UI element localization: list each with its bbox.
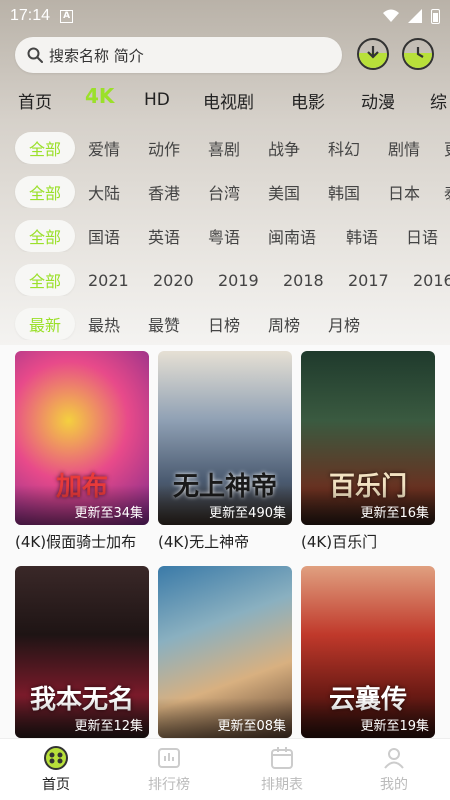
bottom-nav-profile[interactable]: 我的 [354,745,434,794]
status-time: 17:14 [10,7,51,24]
bottom-nav-schedule-label: 排期表 [261,777,303,793]
filter-year-2018[interactable]: 2018 [283,264,324,296]
search-input[interactable]: 搜索名称 简介 [15,37,342,73]
category-tabs: 首页 4K HD 电视剧 电影 动漫 综 [0,86,450,114]
sort-weekly[interactable]: 周榜 [268,308,300,340]
video-card[interactable]: 加布 更新至34集 (4K)假面骑士加布 [15,351,149,552]
video-title[interactable]: (4K)百乐门 [301,531,435,552]
notification-icon: A [60,9,74,23]
filter-genre-action[interactable]: 动作 [148,132,180,164]
poster[interactable]: 百乐门 更新至16集 [301,351,435,525]
filter-region-thailand[interactable]: 泰 [444,176,450,208]
filter-year-2020[interactable]: 2020 [153,264,194,296]
filter-lang-japanese[interactable]: 日语 [406,220,438,252]
download-icon [367,46,379,59]
filter-year-all[interactable]: 全部 [15,264,75,296]
sort-monthly[interactable]: 月榜 [328,308,360,340]
filter-genre-war[interactable]: 战争 [268,132,300,164]
bottom-nav-profile-label: 我的 [380,777,408,793]
tab-hd[interactable]: HD [144,90,170,110]
filter-genre-all[interactable]: 全部 [15,132,75,164]
filter-year-2016[interactable]: 2016 [413,264,450,296]
video-title[interactable]: (4K)假面骑士加布 [15,531,149,552]
sort-hottest[interactable]: 最热 [88,308,120,340]
video-card[interactable]: 无上神帝 更新至490集 (4K)无上神帝 [158,351,292,552]
poster[interactable]: 加布 更新至34集 [15,351,149,525]
filter-row-genre: 全部 爱情 动作 喜剧 战争 科幻 剧情 更 [0,132,450,164]
bottom-nav-ranking[interactable]: 排行榜 [129,745,209,794]
video-card[interactable]: 云襄传 更新至19集 [301,566,435,738]
episode-badge: 更新至16集 [360,506,429,521]
filter-year-2019[interactable]: 2019 [218,264,259,296]
search-placeholder: 搜索名称 简介 [49,46,144,65]
calendar-icon [271,747,293,769]
filter-genre-drama[interactable]: 剧情 [388,132,420,164]
video-card[interactable]: 我本无名 更新至12集 [15,566,149,738]
poster[interactable]: 无上神帝 更新至490集 [158,351,292,525]
filter-year-2021[interactable]: 2021 [88,264,129,296]
filter-genre-comedy[interactable]: 喜剧 [208,132,240,164]
filter-lang-all[interactable]: 全部 [15,220,75,252]
tab-variety[interactable]: 综 [430,88,447,113]
episode-badge: 更新至34集 [74,506,143,521]
search-icon [27,47,43,63]
filter-region-korea[interactable]: 韩国 [328,176,360,208]
filter-region-usa[interactable]: 美国 [268,176,300,208]
bottom-nav-home[interactable]: 首页 [16,745,96,794]
filter-genre-more[interactable]: 更 [444,132,450,164]
filter-lang-cantonese[interactable]: 粤语 [208,220,240,252]
sort-most-liked[interactable]: 最赞 [148,308,180,340]
filter-region-all[interactable]: 全部 [15,176,75,208]
episode-badge: 更新至490集 [209,506,286,521]
battery-icon [431,8,440,24]
filter-lang-english[interactable]: 英语 [148,220,180,252]
tab-home[interactable]: 首页 [18,88,52,113]
poster[interactable]: 云襄传 更新至19集 [301,566,435,738]
wifi-icon [383,9,399,22]
filter-row-language: 全部 国语 英语 粤语 闽南语 韩语 日语 [0,220,450,252]
episode-badge: 更新至19集 [360,719,429,734]
filter-lang-minnan[interactable]: 闽南语 [268,220,316,252]
filter-lang-korean[interactable]: 韩语 [346,220,378,252]
poster[interactable]: 我本无名 更新至12集 [15,566,149,738]
tab-anime[interactable]: 动漫 [361,88,395,113]
tab-movie[interactable]: 电影 [291,88,325,113]
filter-year-2017[interactable]: 2017 [348,264,389,296]
filter-row-region: 全部 大陆 香港 台湾 美国 韩国 日本 泰 [0,176,450,208]
filter-row-year: 全部 2021 2020 2019 2018 2017 2016 [0,264,450,296]
filter-region-taiwan[interactable]: 台湾 [208,176,240,208]
sort-latest[interactable]: 最新 [15,308,75,340]
video-card[interactable]: 百乐门 更新至16集 (4K)百乐门 [301,351,435,552]
history-button[interactable] [402,38,434,70]
video-title[interactable]: (4K)无上神帝 [158,531,292,552]
filter-genre-romance[interactable]: 爱情 [88,132,120,164]
tab-tv[interactable]: 电视剧 [203,88,254,113]
filter-region-hongkong[interactable]: 香港 [148,176,180,208]
bottom-navigation: 首页 排行榜 排期表 我的 [0,738,450,800]
tab-4k[interactable]: 4K [85,86,114,108]
filter-region-japan[interactable]: 日本 [388,176,420,208]
episode-badge: 更新至12集 [74,719,143,734]
filter-genre-scifi[interactable]: 科幻 [328,132,360,164]
filter-row-sort: 最新 最热 最赞 日榜 周榜 月榜 [0,308,450,340]
home-icon [44,746,68,770]
episode-badge: 更新至08集 [217,719,286,734]
history-icon [416,47,424,58]
profile-icon [384,748,404,769]
poster[interactable]: 更新至08集 [158,566,292,738]
status-bar: 17:14 A [0,0,450,32]
sort-daily[interactable]: 日榜 [208,308,240,340]
ranking-icon [158,748,180,768]
download-button[interactable] [357,38,389,70]
filter-lang-mandarin[interactable]: 国语 [88,220,120,252]
bottom-nav-ranking-label: 排行榜 [148,777,190,793]
video-card[interactable]: 更新至08集 [158,566,292,738]
bottom-nav-schedule[interactable]: 排期表 [242,745,322,794]
filter-region-mainland[interactable]: 大陆 [88,176,120,208]
signal-icon [408,9,422,23]
bottom-nav-home-label: 首页 [42,777,70,793]
